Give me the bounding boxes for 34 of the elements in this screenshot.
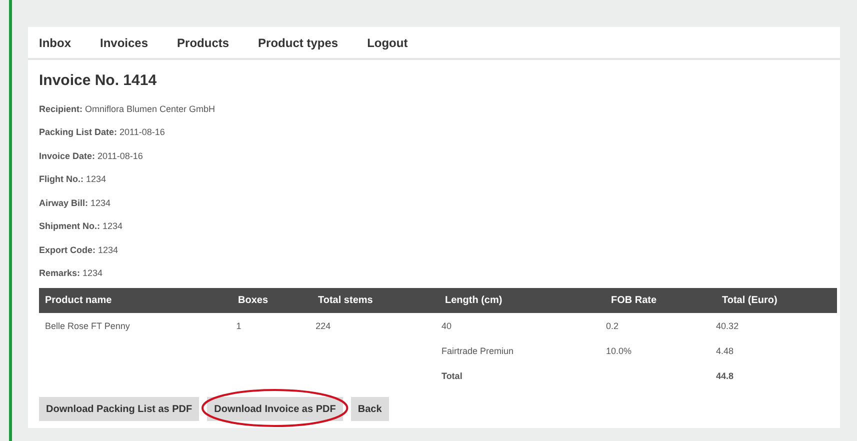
table-cell: 44.8 — [716, 371, 734, 381]
column-header: FOB Rate — [610, 294, 658, 308]
detail-line: Remarks: 1234 — [39, 267, 104, 280]
table-cell: 40 — [441, 321, 452, 331]
nav-link[interactable]: Logout — [367, 34, 408, 52]
table-cell: 10.0% — [606, 346, 632, 356]
table-cell: Fairtrade Premiun — [441, 346, 514, 356]
nav-link[interactable]: Inbox — [39, 34, 71, 52]
column-header: Boxes — [237, 294, 270, 308]
nav-link[interactable]: Product types — [258, 34, 338, 52]
column-header: Length (cm) — [444, 294, 504, 308]
table-cell: Total — [441, 371, 462, 381]
detail-line: Invoice Date: 2011-08-16 — [39, 150, 144, 162]
table-cell: 1 — [236, 321, 242, 331]
detail-line: Recipient: Omniflora Blumen Center GmbH — [39, 102, 216, 116]
action-button[interactable]: Download Packing List as PDF — [39, 397, 200, 421]
detail-line: Shipment No.: 1234 — [39, 220, 124, 233]
table-cell: 0.2 — [606, 321, 619, 331]
column-header: Product name — [44, 294, 113, 308]
detail-line: Export Code: 1234 — [39, 244, 120, 257]
detail-line: Flight No.: 1234 — [39, 173, 108, 186]
action-button[interactable]: Back — [350, 397, 389, 421]
table-cell: 40.32 — [716, 321, 739, 331]
column-header: Total (Euro) — [721, 294, 778, 308]
table-cell: 4.48 — [716, 346, 734, 356]
action-button[interactable]: Download Invoice as PDF — [207, 397, 343, 421]
detail-line: Airway Bill: 1234 — [39, 196, 112, 210]
table-cell: Belle Rose FT Penny — [45, 321, 130, 331]
detail-line: Packing List Date: 2011-08-16 — [39, 126, 166, 139]
invoice-title: Invoice No. 1414 — [39, 71, 158, 91]
table-cell: 224 — [316, 321, 331, 331]
nav-link[interactable]: Products — [177, 34, 230, 52]
nav-link[interactable]: Invoices — [100, 34, 148, 52]
column-header: Total stems — [317, 294, 374, 308]
